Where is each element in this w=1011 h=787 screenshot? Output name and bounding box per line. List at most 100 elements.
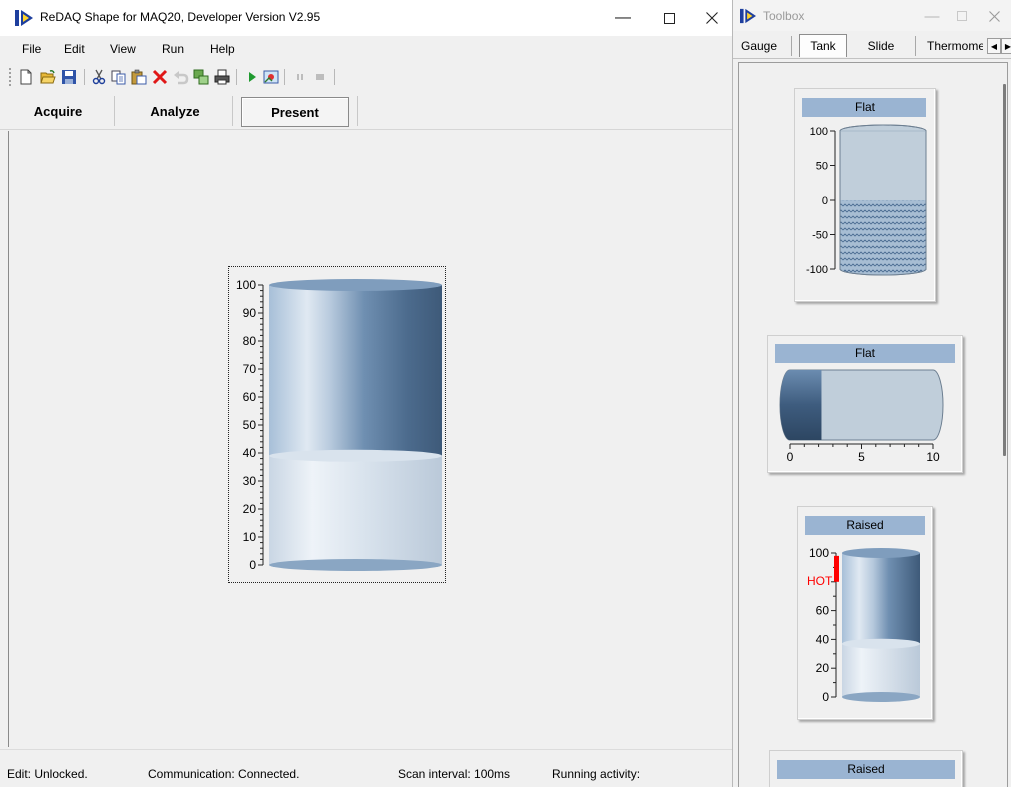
design-canvas[interactable]: 100 90 80 70 60 50 40 30 20 10 0 bbox=[8, 131, 732, 747]
paste-icon[interactable] bbox=[131, 69, 147, 85]
scale-tick-label: 100 bbox=[809, 546, 829, 560]
toolbar-separator bbox=[334, 69, 335, 85]
toolbox-title-bar: Toolbox — bbox=[733, 0, 1011, 31]
toolbar-separator bbox=[284, 69, 285, 85]
scale-tick-label: 20 bbox=[816, 661, 830, 675]
toolbox-item-raised-tank[interactable]: Raised 100 60 40 20 0 HOT bbox=[797, 506, 933, 720]
raised-tank-preview: 100 60 40 20 0 bbox=[809, 546, 920, 704]
mode-divider bbox=[232, 96, 233, 126]
redaq-logo-icon bbox=[740, 8, 756, 24]
pause-icon[interactable] bbox=[292, 69, 308, 85]
tab-gauge[interactable]: Gauge bbox=[737, 34, 781, 57]
scale-tick-label: 30 bbox=[243, 474, 257, 488]
tab-acquire[interactable]: Acquire bbox=[20, 96, 96, 126]
alarm-label: HOT bbox=[807, 574, 833, 588]
scale-tick-label: -50 bbox=[812, 230, 828, 242]
tab-present[interactable]: Present bbox=[241, 97, 349, 127]
tank-bottom-cap bbox=[269, 559, 442, 571]
tank-top-cap bbox=[842, 548, 920, 558]
undo-icon[interactable] bbox=[173, 69, 189, 85]
status-scan-interval: Scan interval: 100ms bbox=[398, 767, 511, 781]
tank-bottom-cap bbox=[842, 692, 920, 702]
menu-bar: File Edit View Run Help bbox=[0, 36, 732, 62]
toolbar-grip[interactable] bbox=[9, 68, 11, 86]
window-title: ReDAQ Shape for MAQ20, Developer Version… bbox=[40, 10, 321, 24]
save-icon[interactable] bbox=[61, 69, 77, 85]
cut-icon[interactable] bbox=[91, 69, 107, 85]
menu-file[interactable]: File bbox=[22, 42, 41, 56]
alarm-band bbox=[834, 555, 839, 582]
scale-tick-label: 50 bbox=[816, 161, 828, 173]
tank-body bbox=[269, 279, 442, 571]
delete-icon[interactable] bbox=[152, 69, 168, 85]
snapshot-icon[interactable] bbox=[263, 69, 279, 85]
scale-tick-label: 100 bbox=[810, 126, 828, 138]
tank-fill-hatch bbox=[840, 200, 926, 275]
bring-to-front-icon[interactable] bbox=[193, 69, 209, 85]
toolbox-item-flat-tank[interactable]: Flat 100 50 0 -50 -100 bbox=[794, 88, 936, 302]
toolbox-item-raised-tank-2[interactable]: Raised bbox=[769, 750, 963, 787]
toolbar-separator bbox=[236, 69, 237, 85]
mode-bar: Acquire Analyze Present bbox=[0, 94, 732, 130]
tab-thermometer[interactable]: Thermome bbox=[927, 34, 983, 57]
close-button[interactable] bbox=[692, 0, 732, 36]
maximize-icon bbox=[957, 11, 967, 21]
toolbox-scrollbar[interactable] bbox=[1003, 84, 1006, 456]
open-icon[interactable] bbox=[40, 69, 56, 85]
flat-tank-preview: 100 50 0 -50 -100 bbox=[806, 124, 927, 276]
toolbox-item-horizontal-tank[interactable]: Flat 0 5 10 bbox=[767, 335, 963, 473]
mode-divider bbox=[357, 96, 358, 126]
toolbar bbox=[0, 62, 732, 92]
tank-fill-region bbox=[842, 643, 920, 697]
status-edit: Edit: Unlocked. bbox=[7, 767, 88, 781]
scale-tick-label: 5 bbox=[858, 450, 865, 464]
mode-divider bbox=[114, 96, 115, 126]
scale-tick-label: 40 bbox=[816, 632, 830, 646]
tab-tank[interactable]: Tank bbox=[799, 34, 847, 57]
menu-run[interactable]: Run bbox=[162, 42, 184, 56]
scale-tick-label: 80 bbox=[243, 334, 257, 348]
horizontal-tank-preview: 0 5 10 bbox=[779, 369, 944, 464]
scale-tick-label: 100 bbox=[236, 278, 256, 292]
print-icon[interactable] bbox=[214, 69, 230, 85]
cylinder-tank-widget[interactable]: 1009080706050403020100 bbox=[229, 267, 447, 584]
copy-icon[interactable] bbox=[111, 69, 127, 85]
toolbox-item-pane: Flat 100 50 0 -50 -100 Flat 0 5 10 Raise… bbox=[738, 62, 1008, 787]
scale-tick-label: 0 bbox=[249, 558, 256, 572]
toolbox-title: Toolbox bbox=[763, 9, 805, 23]
minimize-button[interactable]: — bbox=[600, 0, 646, 36]
tank-fill-region bbox=[780, 370, 822, 440]
tab-slide[interactable]: Slide bbox=[863, 34, 899, 57]
tab-analyze[interactable]: Analyze bbox=[134, 96, 216, 126]
scroll-right-icon[interactable]: ▶ bbox=[1001, 38, 1011, 54]
stop-icon[interactable] bbox=[312, 69, 328, 85]
scale-tick-label: 90 bbox=[243, 306, 257, 320]
scale-tick-label: 40 bbox=[243, 446, 257, 460]
new-icon[interactable] bbox=[18, 69, 34, 85]
toolbox-maximize-button[interactable] bbox=[947, 5, 977, 27]
tank-fill-region bbox=[269, 455, 442, 565]
scale-tick-label: 60 bbox=[816, 604, 830, 618]
scroll-left-icon[interactable]: ◀ bbox=[987, 38, 1001, 54]
toolbox-close-button[interactable] bbox=[979, 5, 1009, 27]
menu-help[interactable]: Help bbox=[210, 42, 235, 56]
minimize-icon: — bbox=[615, 9, 631, 26]
item-label: Raised bbox=[847, 762, 885, 776]
toolbox-minimize-button[interactable]: — bbox=[917, 5, 947, 27]
tank-top-cap bbox=[269, 279, 442, 291]
menu-edit[interactable]: Edit bbox=[64, 42, 85, 56]
scale-tick-label: 50 bbox=[243, 418, 257, 432]
toolbox-window: Toolbox — Gauge Tank Slide Thermome ◀ ▶ … bbox=[732, 0, 1011, 787]
redaq-logo-icon bbox=[15, 10, 33, 26]
tank-widget-selection[interactable]: 100 90 80 70 60 50 40 30 20 10 0 bbox=[228, 266, 446, 583]
tank-empty-region bbox=[269, 285, 442, 456]
status-bar: Edit: Unlocked. Communication: Connected… bbox=[0, 749, 732, 787]
title-bar: ReDAQ Shape for MAQ20, Developer Version… bbox=[0, 0, 732, 36]
menu-view[interactable]: View bbox=[110, 42, 136, 56]
status-communication: Communication: Connected. bbox=[148, 767, 300, 781]
scale-tick-label: 60 bbox=[243, 390, 257, 404]
tank-fill-surface bbox=[842, 638, 920, 649]
run-icon[interactable] bbox=[244, 69, 260, 85]
maximize-button[interactable] bbox=[646, 0, 692, 36]
close-icon bbox=[988, 10, 1000, 22]
